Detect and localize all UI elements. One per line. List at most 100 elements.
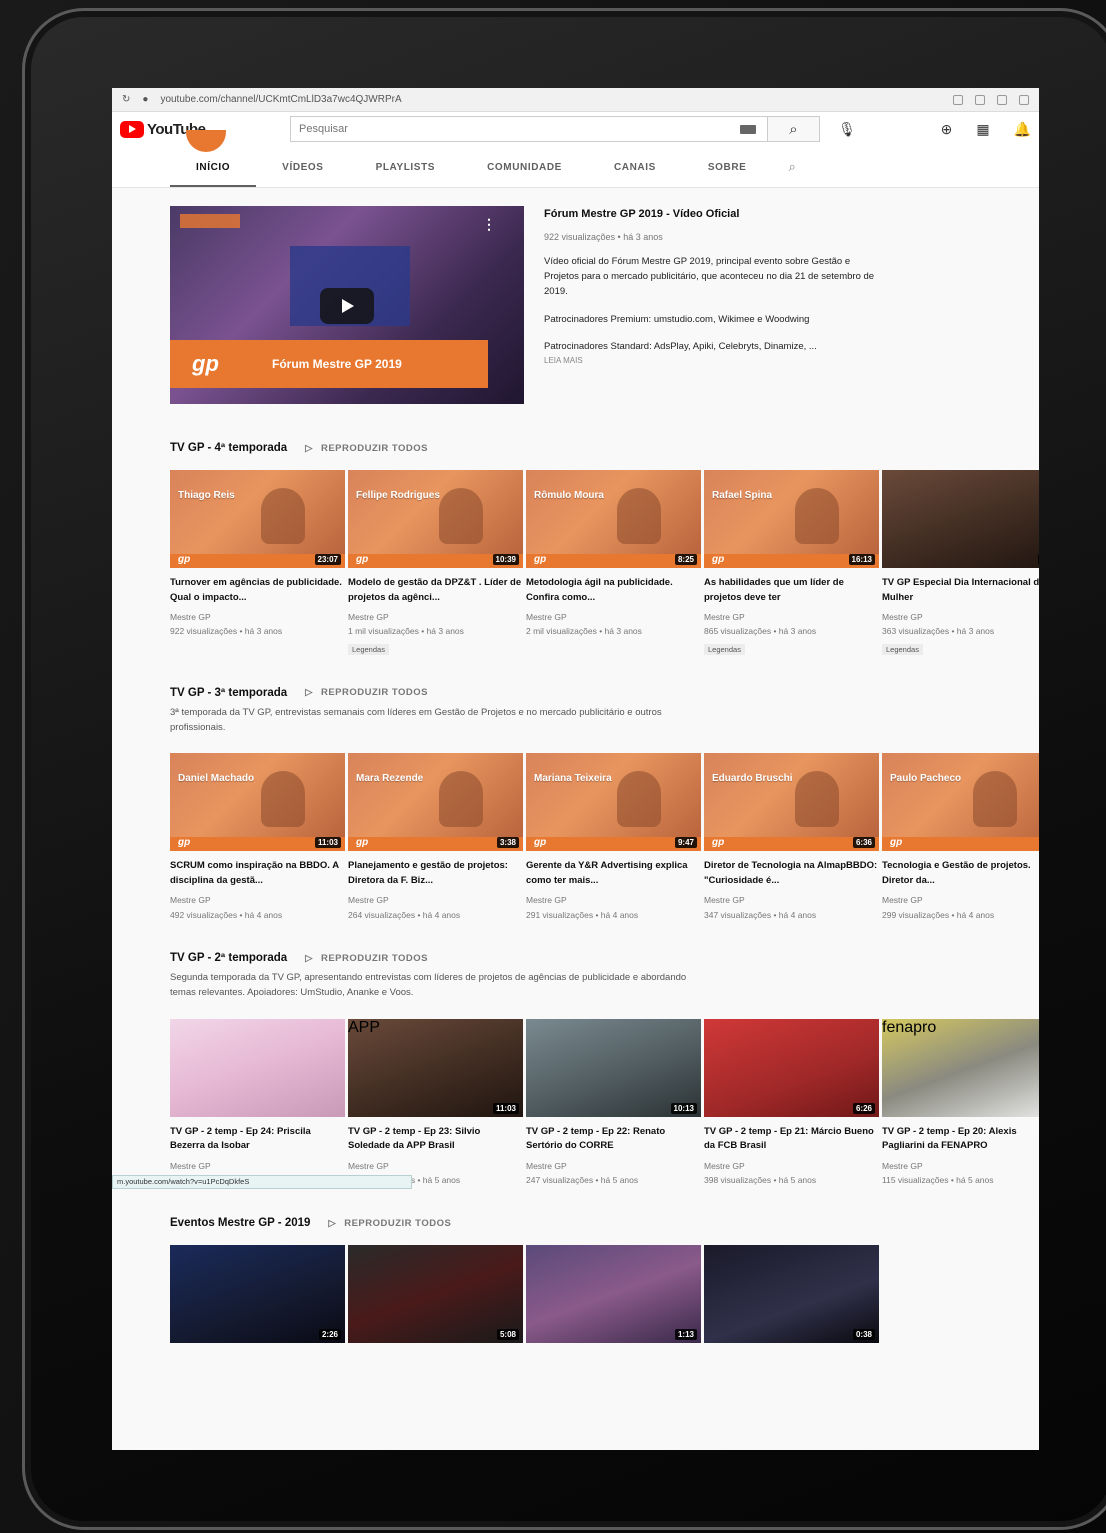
extension-icon[interactable] [953,94,963,105]
play-all-button[interactable]: ▷ REPRODUZIR TODOS [305,687,428,698]
video-title[interactable]: Turnover em agências de publicidade. Qua… [170,576,345,606]
video-thumbnail[interactable]: Daniel Machado 11:03 [170,753,345,852]
video-card[interactable]: Eduardo Bruschi 6:36 Diretor de Tecnologia… [704,753,879,922]
shelf-title[interactable]: TV GP - 2ª temporada [170,952,287,964]
video-title[interactable]: TV GP - 2 temp - Ep 24: Priscila Bezerra… [170,1125,345,1155]
channel-name[interactable]: Mestre GP [170,610,345,624]
video-card[interactable]: APP 11:03 TV GP - 2 temp - Ep 23: Silvio S… [348,1018,523,1188]
channel-name[interactable]: Mestre GP [704,1159,879,1173]
tab-inicio[interactable]: INÍCIO [170,162,257,187]
channel-name[interactable]: Mestre GP [704,610,879,624]
channel-name[interactable]: Mestre GP [348,610,523,624]
video-thumbnail[interactable]: APP 11:03 [348,1018,523,1117]
video-card[interactable]: Daniel Machado 11:03 SCRUM como inspiração… [170,753,345,922]
video-title[interactable]: TV GP - 2 temp - Ep 23: Silvio Soledade … [348,1125,523,1155]
channel-search-icon[interactable]: ⌕ [772,159,811,187]
video-thumbnail[interactable]: fenapro [882,1018,1039,1117]
video-card[interactable]: fenapro TV GP - 2 temp - Ep 20: Alexis Pa… [882,1018,1039,1188]
shelf-title[interactable]: TV GP - 3ª temporada [170,687,287,699]
video-thumbnail[interactable]: 17 [882,470,1039,568]
extension-icon[interactable] [975,94,985,105]
video-thumbnail[interactable]: Rômulo Moura 8:25 [526,470,701,568]
play-all-button[interactable]: ▷ REPRODUZIR TODOS [305,953,428,964]
video-card[interactable]: Rafael Spina 16:13 As habilidades que um l… [704,470,879,657]
video-title[interactable]: Tecnologia e Gestão de projetos. Diretor… [882,859,1039,889]
video-thumbnail[interactable]: 1:13 [526,1245,701,1344]
video-thumbnail[interactable] [170,1018,345,1117]
video-card[interactable]: Rômulo Moura 8:25 Metodologia ágil na publ… [526,470,701,657]
video-card[interactable]: Thiago Reis 23:07 Turnover em agências de … [170,470,345,657]
video-title[interactable]: TV GP Especial Dia Internacional da Mulh… [882,576,1039,606]
video-title[interactable]: Planejamento e gestão de projetos: Diret… [348,859,523,889]
video-title[interactable]: SCRUM como inspiração na BBDO. A discipl… [170,859,345,889]
video-thumbnail[interactable]: 5:08 [348,1245,523,1344]
video-thumbnail[interactable]: Paulo Pacheco7 [882,753,1039,852]
video-thumbnail[interactable]: 6:26 [704,1018,879,1117]
video-card[interactable]: Mariana Teixeira 9:47 Gerente da Y&R Adver… [526,753,701,922]
video-card[interactable]: 6:26 TV GP - 2 temp - Ep 21: Márcio Bueno… [704,1018,879,1188]
search-button[interactable]: ⌕ [768,116,820,142]
channel-name[interactable]: Mestre GP [348,893,523,907]
video-thumbnail[interactable]: Mariana Teixeira 9:47 [526,753,701,852]
bookmark-icon[interactable] [997,94,1007,105]
video-card[interactable]: TV GP - 2 temp - Ep 24: Priscila Bezerra… [170,1018,345,1188]
apps-icon[interactable]: ▦ [976,121,989,138]
video-title[interactable]: As habilidades que um líder de projetos … [704,576,879,606]
more-options-icon[interactable]: ⋮ [482,216,496,233]
mic-icon[interactable]: 🎙 [830,121,864,138]
video-card[interactable]: 17 TV GP Especial Dia Internacional da Mu… [882,470,1039,657]
play-all-button[interactable]: ▷ REPRODUZIR TODOS [328,1218,451,1229]
search-input[interactable] [290,116,768,142]
featured-title[interactable]: Fórum Mestre GP 2019 - Vídeo Oficial [544,208,884,220]
video-card[interactable]: 2:26 [170,1245,345,1344]
url-text[interactable]: youtube.com/channel/UCKmtCmLlD3a7wc4QJWR… [160,94,941,105]
featured-thumbnail[interactable]: ⋮ gp Fórum Mestre GP 2019 [170,206,524,404]
browser-address-bar[interactable]: ↻ ● youtube.com/channel/UCKmtCmLlD3a7wc4… [112,88,1039,112]
video-thumbnail[interactable]: Eduardo Bruschi 6:36 [704,753,879,852]
channel-name[interactable]: Mestre GP [348,1159,523,1173]
tab-sobre[interactable]: SOBRE [682,162,773,187]
video-thumbnail[interactable]: 2:26 [170,1245,345,1344]
video-thumbnail[interactable]: Rafael Spina 16:13 [704,470,879,568]
tab-comunidade[interactable]: COMUNIDADE [461,162,588,187]
video-title[interactable]: TV GP - 2 temp - Ep 22: Renato Sertório … [526,1125,701,1155]
video-card[interactable]: 10:13 TV GP - 2 temp - Ep 22: Renato Sert… [526,1018,701,1188]
video-card[interactable]: Paulo Pacheco7 Tecnologia e Gestão de pro… [882,753,1039,922]
channel-name[interactable]: Mestre GP [170,1159,345,1173]
play-all-button[interactable]: ▷ REPRODUZIR TODOS [305,443,428,454]
tab-videos[interactable]: VÍDEOS [256,162,349,187]
channel-name[interactable]: Mestre GP [882,610,1039,624]
video-thumbnail[interactable]: 10:13 [526,1018,701,1117]
tab-playlists[interactable]: PLAYLISTS [350,162,462,187]
channel-name[interactable]: Mestre GP [882,1159,1039,1173]
video-title[interactable]: Diretor de Tecnologia na AlmapBBDO: "Cur… [704,859,879,889]
channel-name[interactable]: Mestre GP [526,893,701,907]
channel-name[interactable]: Mestre GP [882,893,1039,907]
channel-name[interactable]: Mestre GP [526,1159,701,1173]
video-card[interactable]: Fellipe Rodrigues 10:39 Modelo de gestão d… [348,470,523,657]
play-icon[interactable] [320,288,374,324]
video-thumbnail[interactable]: Thiago Reis 23:07 [170,470,345,568]
video-title[interactable]: Modelo de gestão da DPZ&T . Líder de pro… [348,576,523,606]
reload-icon[interactable]: ↻ [122,94,130,105]
channel-name[interactable]: Mestre GP [170,893,345,907]
read-more-link[interactable]: LEIA MAIS [544,356,884,365]
video-thumbnail[interactable]: 0:38 [704,1245,879,1344]
video-thumbnail[interactable]: Fellipe Rodrigues 10:39 [348,470,523,568]
video-card[interactable]: 5:08 [348,1245,523,1344]
video-card[interactable]: 0:38 [704,1245,879,1344]
shelf-title[interactable]: TV GP - 4ª temporada [170,442,287,454]
video-title[interactable]: Metodologia ágil na publicidade. Confira… [526,576,701,606]
video-title[interactable]: TV GP - 2 temp - Ep 20: Alexis Pagliarin… [882,1125,1039,1155]
keyboard-icon[interactable] [740,124,756,134]
channel-name[interactable]: Mestre GP [526,610,701,624]
video-card[interactable]: 1:13 [526,1245,701,1344]
shelf-title[interactable]: Eventos Mestre GP - 2019 [170,1217,310,1229]
video-title[interactable]: Gerente da Y&R Advertising explica como … [526,859,701,889]
tab-canais[interactable]: CANAIS [588,162,682,187]
create-video-icon[interactable]: ⊕ [941,121,953,138]
video-card[interactable]: Mara Rezende 3:38 Planejamento e gestão de… [348,753,523,922]
bell-icon[interactable]: 🔔 [1014,121,1031,138]
video-title[interactable]: TV GP - 2 temp - Ep 21: Márcio Bueno da … [704,1125,879,1155]
star-icon[interactable] [1019,94,1029,105]
